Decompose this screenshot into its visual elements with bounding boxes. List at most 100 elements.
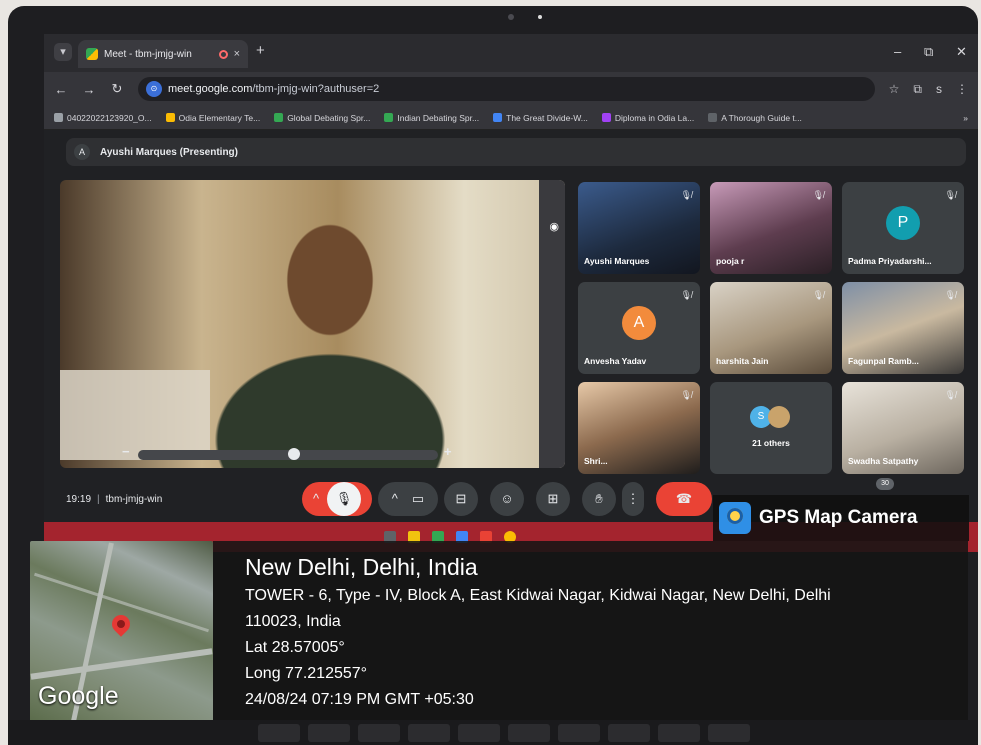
bookmark-label: Global Debating Spr... bbox=[287, 112, 371, 123]
participant-name: harshita Jain bbox=[716, 356, 769, 366]
back-arrow-icon[interactable]: ← bbox=[54, 82, 68, 97]
chevron-up-icon[interactable]: ^ bbox=[313, 491, 319, 506]
zoom-slider-knob[interactable] bbox=[288, 448, 300, 460]
bookmark-item[interactable]: A Thorough Guide t... bbox=[708, 113, 802, 123]
hand-icon[interactable]: ✋︎ bbox=[595, 491, 602, 506]
restore-button[interactable]: ⧉ bbox=[924, 44, 933, 60]
longitude: Long 77.212557° bbox=[245, 665, 368, 682]
participant-avatar: P bbox=[886, 206, 920, 240]
forward-arrow-icon[interactable]: → bbox=[82, 82, 96, 97]
minimize-button[interactable]: – bbox=[894, 44, 901, 59]
bookmarks-bar: 04022022123920_O... Odia Elementary Te...… bbox=[44, 106, 978, 130]
tab-meet[interactable]: Meet - tbm-jmjg-win × bbox=[78, 40, 248, 68]
zoom-slider[interactable] bbox=[138, 448, 438, 460]
reactions-button[interactable]: ☺ bbox=[490, 482, 524, 516]
chevron-up-icon[interactable]: ^ bbox=[392, 491, 398, 506]
video-camera-icon[interactable]: ▭ bbox=[412, 491, 424, 506]
mic-muted-icon: 🎙︎̸ bbox=[680, 390, 692, 400]
participant-tile[interactable]: A 🎙︎̸ Anvesha Yadav bbox=[578, 282, 700, 374]
bookmark-favicon-icon bbox=[54, 113, 63, 122]
participant-tile[interactable]: 🎙︎̸ Swadha Satpathy bbox=[842, 382, 964, 474]
bookmark-favicon-icon bbox=[601, 113, 611, 122]
more-options-button[interactable]: ⋮ bbox=[622, 482, 644, 516]
reload-icon[interactable]: ↻ bbox=[110, 81, 124, 97]
participant-tile[interactable]: P 🎙︎̸ Padma Priyadarshi... bbox=[842, 182, 964, 274]
keyboard-key bbox=[458, 724, 500, 742]
bookmark-item[interactable]: Odia Elementary Te... bbox=[165, 112, 261, 123]
presenter-label: Ayushi Marques (Presenting) bbox=[100, 146, 238, 158]
more-vert-icon[interactable]: ⋮ bbox=[627, 491, 640, 506]
tab-search-icon[interactable]: ▾ bbox=[54, 43, 72, 61]
camera-icon[interactable]: ◉ bbox=[549, 220, 559, 233]
webcam-led bbox=[538, 15, 542, 19]
gps-app-name: GPS Map Camera bbox=[759, 507, 918, 528]
gps-camera-badge: GPS Map Camera bbox=[713, 495, 969, 541]
camera-toggle-button[interactable]: ^ ▭ bbox=[378, 482, 438, 516]
bookmark-item[interactable]: Indian Debating Spr... bbox=[384, 113, 479, 123]
zoom-out-icon[interactable]: − bbox=[122, 444, 130, 459]
keyboard-key bbox=[708, 724, 750, 742]
emoji-icon[interactable]: ☺ bbox=[500, 491, 513, 506]
participant-name: Shri... bbox=[584, 456, 608, 466]
meeting-info: 19:19 | tbm-jmjg-win bbox=[66, 494, 162, 505]
google-logo: Google bbox=[38, 682, 119, 710]
mic-muted-icon: 🎙︎̸ bbox=[680, 290, 692, 300]
map-pin-icon bbox=[108, 611, 134, 637]
participant-tile[interactable]: 🎙︎̸ pooja r bbox=[710, 182, 832, 274]
raise-hand-button[interactable]: ✋︎ bbox=[582, 482, 616, 516]
browser-menu-icon[interactable]: ⋮ bbox=[956, 82, 968, 96]
url-input[interactable]: ⊙ meet.google.com/tbm-jmjg-win?authuser=… bbox=[138, 77, 875, 101]
participant-tile[interactable]: 🎙︎̸ harshita Jain bbox=[710, 282, 832, 374]
bookmark-label: The Great Divide-W... bbox=[506, 112, 588, 123]
participant-name: Ayushi Marques bbox=[584, 256, 650, 266]
bookmark-item[interactable]: Global Debating Spr... bbox=[274, 113, 370, 123]
location-title: New Delhi, Delhi, India bbox=[245, 554, 478, 580]
participant-name: Fagunpal Ramb... bbox=[848, 356, 919, 366]
leave-call-button[interactable]: ☎︎ bbox=[656, 482, 712, 516]
bookmark-favicon-icon bbox=[274, 113, 284, 122]
captions-button[interactable]: ⊟ bbox=[444, 482, 478, 516]
phone-hangup-icon[interactable]: ☎︎ bbox=[676, 491, 692, 506]
tab-close-icon[interactable]: × bbox=[234, 48, 240, 60]
bookmarks-overflow-icon[interactable]: » bbox=[963, 113, 968, 123]
site-info-icon[interactable]: ⊙ bbox=[146, 81, 162, 97]
keyboard-key bbox=[608, 724, 650, 742]
present-screen-icon[interactable]: ⊞ bbox=[548, 491, 559, 506]
bookmark-item[interactable]: The Great Divide-W... bbox=[493, 113, 588, 123]
participant-tile[interactable]: S 21 others bbox=[710, 382, 832, 474]
mic-off-icon[interactable]: 🎙︎ bbox=[327, 482, 362, 516]
bookmark-favicon-icon bbox=[165, 113, 175, 122]
participant-name: 21 others bbox=[752, 438, 790, 448]
presentation-video[interactable]: ◉ − + bbox=[60, 180, 565, 468]
keyboard-key bbox=[658, 724, 700, 742]
browser-tabbar: ▾ Meet - tbm-jmjg-win × + – ⧉ ✕ bbox=[44, 34, 978, 72]
bookmark-star-icon[interactable]: ☆ bbox=[889, 82, 900, 96]
mic-muted-icon: 🎙︎̸ bbox=[812, 290, 824, 300]
profile-avatar[interactable]: s bbox=[936, 82, 942, 96]
participant-tile[interactable]: 🎙︎̸ Shri... bbox=[578, 382, 700, 474]
bookmark-item[interactable]: Diploma in Odia La... bbox=[601, 112, 695, 123]
new-tab-button[interactable]: + bbox=[256, 42, 265, 59]
bookmark-label: Indian Debating Spr... bbox=[397, 112, 480, 123]
participant-name: Anvesha Yadav bbox=[584, 356, 647, 366]
participant-tile[interactable]: 🎙︎̸ Fagunpal Ramb... bbox=[842, 282, 964, 374]
bookmark-label: Odia Elementary Te... bbox=[178, 112, 261, 123]
present-button[interactable]: ⊞ bbox=[536, 482, 570, 516]
presenter-banner: A Ayushi Marques (Presenting) bbox=[66, 138, 966, 166]
bookmark-favicon-icon bbox=[384, 113, 394, 122]
mic-toggle-button[interactable]: ^ 🎙︎ bbox=[302, 482, 372, 516]
bookmark-item[interactable]: 04022022123920_O... bbox=[54, 113, 152, 123]
zoom-in-icon[interactable]: + bbox=[444, 444, 452, 459]
address-line-1: TOWER - 6, Type - IV, Block A, East Kidw… bbox=[245, 587, 831, 604]
participant-name: pooja r bbox=[716, 256, 745, 266]
participant-tile[interactable]: 🎙︎̸ Ayushi Marques bbox=[578, 182, 700, 274]
captions-icon[interactable]: ⊟ bbox=[456, 491, 467, 506]
participant-count-badge[interactable]: 30 bbox=[876, 478, 894, 490]
divider: | bbox=[97, 494, 100, 505]
bookmark-label: A Thorough Guide t... bbox=[721, 112, 802, 123]
close-window-button[interactable]: ✕ bbox=[956, 44, 967, 60]
latitude: Lat 28.57005° bbox=[245, 639, 345, 656]
extensions-icon[interactable]: ⧉ bbox=[913, 82, 922, 97]
bookmark-label: Diploma in Odia La... bbox=[614, 112, 695, 123]
meeting-code: tbm-jmjg-win bbox=[105, 494, 163, 505]
